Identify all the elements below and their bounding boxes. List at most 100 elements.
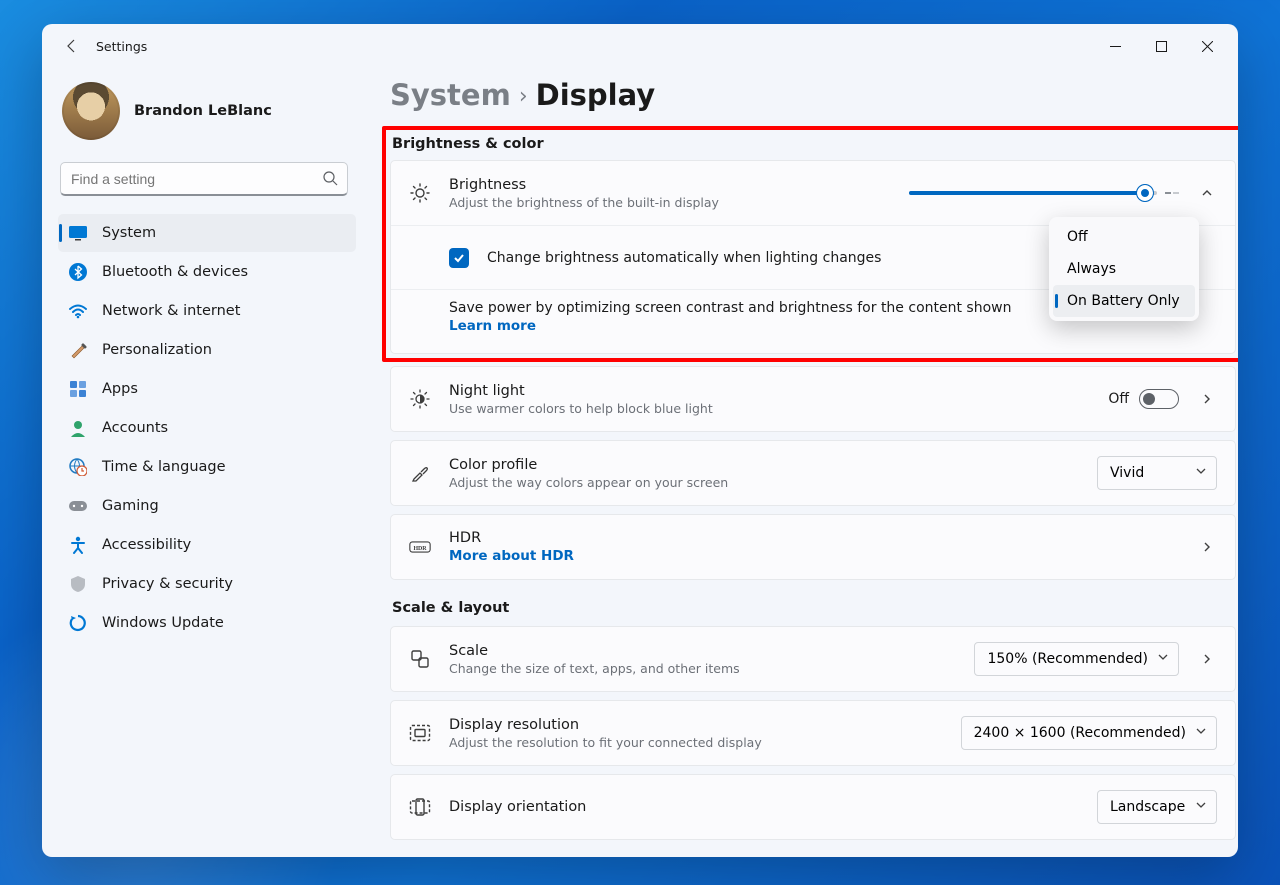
nav-label: Windows Update bbox=[102, 615, 224, 631]
apps-icon bbox=[68, 379, 88, 399]
chevron-down-icon bbox=[1195, 799, 1207, 811]
nav-network[interactable]: Network & internet bbox=[58, 292, 356, 330]
color-profile-title: Color profile bbox=[449, 457, 1079, 473]
toggle-state: Off bbox=[1108, 391, 1129, 407]
menu-item-battery[interactable]: On Battery Only bbox=[1053, 285, 1195, 317]
brightness-title: Brightness bbox=[449, 177, 891, 193]
nav-label: Time & language bbox=[102, 459, 226, 475]
nav-label: Network & internet bbox=[102, 303, 240, 319]
breadcrumb: System › Display bbox=[390, 78, 1236, 112]
night-light-toggle[interactable]: Off bbox=[1108, 389, 1179, 409]
nav-update[interactable]: Windows Update bbox=[58, 604, 356, 642]
resolution-select[interactable]: 2400 × 1600 (Recommended) bbox=[961, 716, 1217, 750]
hdr-icon: HDR bbox=[409, 538, 431, 556]
chevron-down-icon bbox=[1157, 651, 1169, 663]
nav-accounts[interactable]: Accounts bbox=[58, 409, 356, 447]
search-field[interactable] bbox=[60, 162, 348, 196]
nav-label: Privacy & security bbox=[102, 576, 233, 592]
color-profile-select[interactable]: Vivid bbox=[1097, 456, 1217, 490]
chevron-right-icon[interactable] bbox=[1197, 540, 1217, 554]
resolution-desc: Adjust the resolution to fit your connec… bbox=[449, 735, 943, 750]
orientation-select[interactable]: Landscape bbox=[1097, 790, 1217, 824]
gamepad-icon bbox=[68, 496, 88, 516]
nav-label: Accessibility bbox=[102, 537, 191, 553]
night-light-icon bbox=[409, 389, 431, 409]
nav-personalization[interactable]: Personalization bbox=[58, 331, 356, 369]
hdr-link[interactable]: More about HDR bbox=[449, 548, 1179, 564]
night-light-desc: Use warmer colors to help block blue lig… bbox=[449, 401, 1090, 416]
chevron-right-icon: › bbox=[519, 84, 528, 109]
chevron-down-icon bbox=[1195, 465, 1207, 477]
brightness-icon bbox=[409, 183, 431, 203]
nav-privacy[interactable]: Privacy & security bbox=[58, 565, 356, 603]
resolution-title: Display resolution bbox=[449, 717, 943, 733]
breadcrumb-root[interactable]: System bbox=[390, 78, 511, 112]
search-icon bbox=[322, 170, 338, 186]
chevron-right-icon[interactable] bbox=[1197, 392, 1217, 406]
nav-label: Apps bbox=[102, 381, 138, 397]
chevron-down-icon bbox=[1195, 725, 1207, 737]
brightness-slider[interactable] bbox=[909, 190, 1179, 196]
content-adaptive-menu[interactable]: Off Always On Battery Only bbox=[1049, 217, 1199, 321]
auto-brightness-checkbox[interactable] bbox=[449, 248, 469, 268]
shield-icon bbox=[68, 574, 88, 594]
window-title: Settings bbox=[96, 39, 147, 54]
wifi-icon bbox=[68, 301, 88, 321]
scale-icon bbox=[409, 649, 431, 669]
color-profile-card[interactable]: Color profile Adjust the way colors appe… bbox=[390, 440, 1236, 506]
main-content: System › Display Brightness & color Brig… bbox=[362, 68, 1238, 857]
person-icon bbox=[68, 418, 88, 438]
select-value: 2400 × 1600 (Recommended) bbox=[974, 725, 1186, 741]
close-button[interactable] bbox=[1184, 30, 1230, 62]
menu-item-off[interactable]: Off bbox=[1053, 221, 1195, 253]
brightness-row[interactable]: Brightness Adjust the brightness of the … bbox=[391, 161, 1235, 225]
minimize-button[interactable] bbox=[1092, 30, 1138, 62]
learn-more-link[interactable]: Learn more bbox=[449, 318, 536, 334]
scale-card[interactable]: Scale Change the size of text, apps, and… bbox=[390, 626, 1236, 692]
highlight-box: Brightness & color Brightness Adjust the… bbox=[382, 126, 1238, 362]
scale-desc: Change the size of text, apps, and other… bbox=[449, 661, 956, 676]
auto-brightness-label: Change brightness automatically when lig… bbox=[487, 250, 881, 266]
select-value: Landscape bbox=[1110, 799, 1185, 815]
nav-system[interactable]: System bbox=[58, 214, 356, 252]
night-light-card[interactable]: Night light Use warmer colors to help bl… bbox=[390, 366, 1236, 432]
scale-select[interactable]: 150% (Recommended) bbox=[974, 642, 1179, 676]
nav-label: Gaming bbox=[102, 498, 159, 514]
brightness-desc: Adjust the brightness of the built-in di… bbox=[449, 195, 891, 210]
nav-label: Accounts bbox=[102, 420, 168, 436]
user-name: Brandon LeBlanc bbox=[134, 103, 272, 119]
bluetooth-icon bbox=[68, 262, 88, 282]
accessibility-icon bbox=[68, 535, 88, 555]
user-block[interactable]: Brandon LeBlanc bbox=[58, 76, 356, 160]
back-button[interactable] bbox=[56, 30, 88, 62]
resolution-card[interactable]: Display resolution Adjust the resolution… bbox=[390, 700, 1236, 766]
maximize-button[interactable] bbox=[1138, 30, 1184, 62]
night-light-title: Night light bbox=[449, 383, 1090, 399]
content-adaptive-text: Save power by optimizing screen contrast… bbox=[449, 300, 1011, 316]
orientation-card[interactable]: Display orientation Landscape bbox=[390, 774, 1236, 840]
update-icon bbox=[68, 613, 88, 633]
eyedropper-icon bbox=[409, 463, 431, 483]
nav-gaming[interactable]: Gaming bbox=[58, 487, 356, 525]
hdr-card[interactable]: HDR HDR More about HDR bbox=[390, 514, 1236, 580]
nav-apps[interactable]: Apps bbox=[58, 370, 356, 408]
slider-end-icon bbox=[1165, 190, 1179, 196]
nav-bluetooth[interactable]: Bluetooth & devices bbox=[58, 253, 356, 291]
nav-time[interactable]: Time & language bbox=[58, 448, 356, 486]
nav-list: System Bluetooth & devices Network & int… bbox=[58, 214, 356, 642]
section-scale-layout: Scale & layout bbox=[390, 594, 1236, 624]
expand-toggle[interactable] bbox=[1197, 186, 1217, 200]
display-icon bbox=[68, 223, 88, 243]
nav-label: System bbox=[102, 225, 156, 241]
brightness-card: Brightness Adjust the brightness of the … bbox=[390, 160, 1236, 354]
search-input[interactable] bbox=[60, 162, 348, 196]
nav-accessibility[interactable]: Accessibility bbox=[58, 526, 356, 564]
orientation-icon bbox=[409, 798, 431, 816]
menu-item-always[interactable]: Always bbox=[1053, 253, 1195, 285]
globe-clock-icon bbox=[68, 457, 88, 477]
scale-title: Scale bbox=[449, 643, 956, 659]
chevron-right-icon[interactable] bbox=[1197, 652, 1217, 666]
select-value: Vivid bbox=[1110, 465, 1144, 481]
avatar bbox=[62, 82, 120, 140]
brush-icon bbox=[68, 340, 88, 360]
